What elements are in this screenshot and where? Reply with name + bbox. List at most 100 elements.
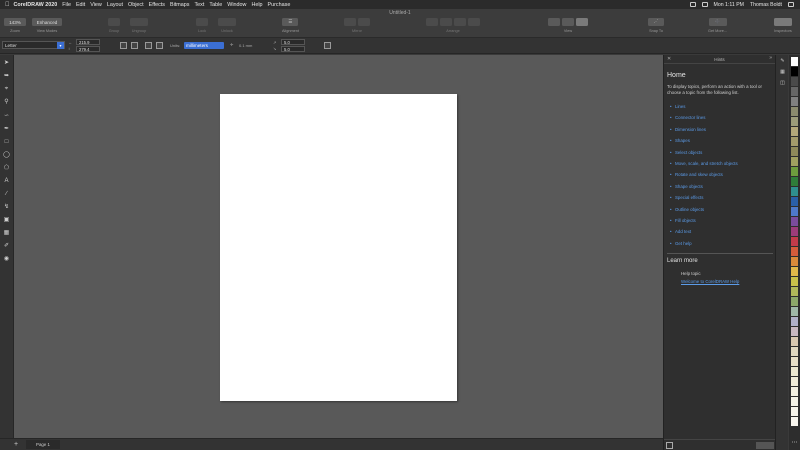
view-modes-select[interactable]: Enhanced bbox=[32, 18, 62, 26]
view-grid-button[interactable] bbox=[562, 18, 574, 26]
color-swatch[interactable] bbox=[791, 337, 798, 346]
view-rulers-button[interactable] bbox=[576, 18, 588, 26]
color-swatch[interactable] bbox=[791, 147, 798, 156]
color-swatch[interactable] bbox=[791, 177, 798, 186]
crop-tool-icon[interactable]: ⌖ bbox=[3, 86, 10, 93]
units-select[interactable]: millimeters bbox=[184, 42, 224, 49]
menu-help[interactable]: Help bbox=[251, 2, 262, 8]
menu-object[interactable]: Object bbox=[128, 2, 144, 8]
document-page[interactable] bbox=[220, 94, 457, 401]
page-height-field[interactable]: 279.4 bbox=[76, 46, 100, 52]
color-swatch[interactable] bbox=[791, 167, 798, 176]
color-swatch[interactable] bbox=[791, 307, 798, 316]
get-more-button[interactable]: ➕ bbox=[708, 18, 727, 26]
color-swatch[interactable] bbox=[791, 127, 798, 136]
forward-button[interactable] bbox=[440, 18, 452, 26]
color-swatch[interactable] bbox=[791, 217, 798, 226]
help-topic-link[interactable]: Welcome to CorelDRAW Help bbox=[681, 279, 739, 284]
color-swatch[interactable] bbox=[791, 347, 798, 356]
spotlight-icon[interactable] bbox=[788, 2, 794, 7]
user-name[interactable]: Thomas Boldt bbox=[750, 2, 782, 8]
color-swatch[interactable] bbox=[791, 197, 798, 206]
color-swatch[interactable] bbox=[791, 407, 798, 416]
ungroup-button[interactable] bbox=[130, 18, 148, 26]
snap-to-button[interactable]: ⋰ bbox=[648, 18, 664, 26]
menu-purchase[interactable]: Purchase bbox=[268, 2, 291, 8]
list-item[interactable]: • Add text bbox=[670, 229, 770, 240]
menu-table[interactable]: Table bbox=[209, 2, 222, 8]
list-item[interactable]: • Select objects bbox=[670, 150, 770, 161]
docker-scroll-handle[interactable] bbox=[756, 442, 774, 449]
list-item[interactable]: • Special effects bbox=[670, 195, 770, 206]
list-item[interactable]: • Shape objects bbox=[670, 184, 770, 195]
battery-icon[interactable] bbox=[701, 2, 708, 7]
color-swatch[interactable] bbox=[791, 247, 798, 256]
color-swatch[interactable] bbox=[791, 417, 798, 426]
duplicate-y-field[interactable]: 5.0 bbox=[281, 46, 305, 52]
color-swatch[interactable] bbox=[791, 257, 798, 266]
artistic-media-icon[interactable]: ✒ bbox=[3, 126, 10, 133]
color-swatch[interactable] bbox=[791, 357, 798, 366]
mirror-horizontal-button[interactable] bbox=[344, 18, 356, 26]
all-pages-icon[interactable] bbox=[145, 42, 152, 49]
list-item[interactable]: • Dimension lines bbox=[670, 127, 770, 138]
color-swatch[interactable] bbox=[791, 137, 798, 146]
color-swatch[interactable] bbox=[791, 67, 798, 76]
text-tool-icon[interactable]: A bbox=[3, 178, 10, 185]
color-swatch[interactable] bbox=[791, 277, 798, 286]
apple-icon[interactable]:  bbox=[5, 2, 10, 8]
mirror-vertical-button[interactable] bbox=[358, 18, 370, 26]
hints-tab-icon[interactable]: ✎ bbox=[779, 58, 786, 65]
page-size-select[interactable]: Letter ▾ bbox=[2, 41, 65, 49]
list-item[interactable]: • Get help bbox=[670, 241, 770, 252]
objects-tab-icon[interactable]: ◫ bbox=[779, 80, 786, 87]
current-page-icon[interactable] bbox=[156, 42, 163, 49]
landscape-icon[interactable] bbox=[131, 42, 138, 49]
color-swatch[interactable] bbox=[791, 367, 798, 376]
unlock-button[interactable] bbox=[218, 18, 236, 26]
duplicate-x-field[interactable]: 5.0 bbox=[281, 39, 305, 45]
docker-options-icon[interactable] bbox=[666, 442, 673, 449]
eyedropper-icon[interactable]: ✐ bbox=[3, 243, 10, 250]
color-swatch[interactable] bbox=[791, 227, 798, 236]
page-settings-icon[interactable] bbox=[324, 42, 331, 49]
drop-shadow-icon[interactable]: ▣ bbox=[3, 217, 10, 224]
list-item[interactable]: • Outline objects bbox=[670, 207, 770, 218]
color-swatch[interactable] bbox=[791, 187, 798, 196]
color-swatch[interactable] bbox=[791, 327, 798, 336]
menu-layout[interactable]: Layout bbox=[107, 2, 123, 8]
color-swatch[interactable] bbox=[791, 57, 798, 66]
color-swatch[interactable] bbox=[791, 377, 798, 386]
color-swatch[interactable] bbox=[791, 117, 798, 126]
zoom-tool-icon[interactable]: ⚲ bbox=[3, 99, 10, 106]
view-pages-button[interactable] bbox=[548, 18, 560, 26]
properties-tab-icon[interactable]: ▦ bbox=[779, 69, 786, 76]
color-swatch[interactable] bbox=[791, 107, 798, 116]
list-item[interactable]: • Rotate and skew objects bbox=[670, 172, 770, 183]
list-item[interactable]: • Connector lines bbox=[670, 115, 770, 126]
connector-tool-icon[interactable]: ↯ bbox=[3, 204, 10, 211]
color-swatch[interactable] bbox=[791, 207, 798, 216]
page-width-field[interactable]: 215.9 bbox=[76, 39, 100, 45]
add-page-icon[interactable]: + bbox=[14, 440, 18, 449]
transparency-icon[interactable]: ▦ bbox=[3, 230, 10, 237]
color-swatch[interactable] bbox=[791, 397, 798, 406]
color-swatch[interactable] bbox=[791, 317, 798, 326]
color-swatch[interactable] bbox=[791, 87, 798, 96]
color-swatch[interactable] bbox=[791, 237, 798, 246]
inspectors-button[interactable] bbox=[774, 18, 792, 26]
pick-tool-icon[interactable]: ➤ bbox=[3, 60, 10, 67]
freehand-tool-icon[interactable]: ∽ bbox=[3, 113, 10, 120]
nudge-distance-field[interactable]: 0.1 mm bbox=[239, 43, 252, 48]
portrait-icon[interactable] bbox=[120, 42, 127, 49]
drawing-canvas[interactable] bbox=[14, 55, 663, 438]
polygon-tool-icon[interactable]: ⬠ bbox=[3, 165, 10, 172]
ellipse-tool-icon[interactable]: ◯ bbox=[3, 152, 10, 159]
menu-bitmaps[interactable]: Bitmaps bbox=[170, 2, 189, 8]
color-swatch[interactable] bbox=[791, 267, 798, 276]
close-icon[interactable]: ✕ bbox=[667, 56, 671, 62]
menu-view[interactable]: View bbox=[90, 2, 102, 8]
shape-tool-icon[interactable]: ➥ bbox=[3, 73, 10, 80]
group-button[interactable] bbox=[108, 18, 120, 26]
alignment-button[interactable]: ☰ bbox=[282, 18, 299, 26]
